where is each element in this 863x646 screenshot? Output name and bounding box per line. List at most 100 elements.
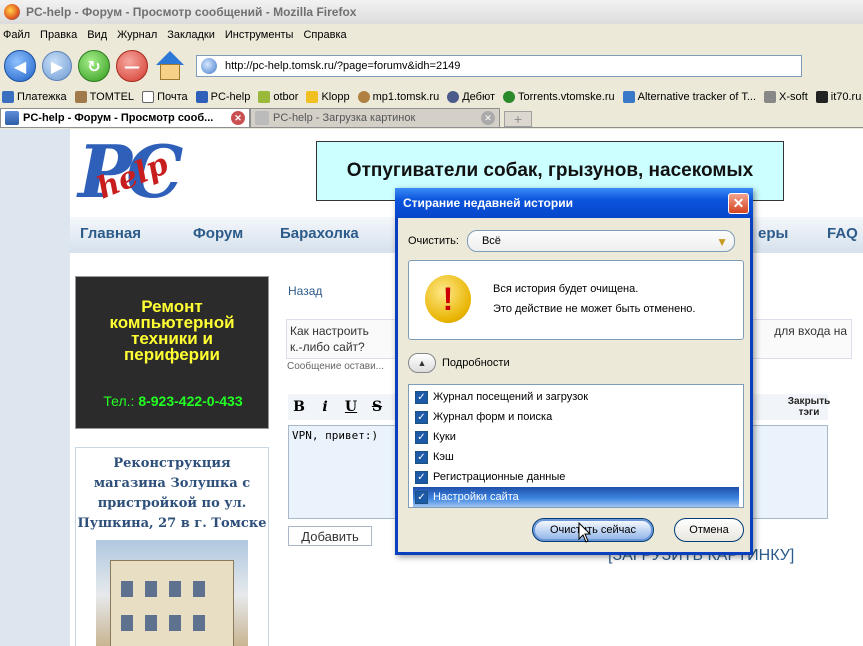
bookmark-platezhka[interactable]: Платежка xyxy=(2,91,67,103)
window-title: PC-help - Форум - Просмотр сообщений - M… xyxy=(26,5,357,19)
nav-market-link[interactable]: Барахолка xyxy=(280,225,359,242)
home-icon-walls xyxy=(160,64,180,80)
cancel-button[interactable]: Отмена xyxy=(674,518,744,542)
close-tab-icon[interactable]: ✕ xyxy=(481,111,495,125)
warning-text-2: Это действие не может быть отменено. xyxy=(493,303,696,315)
reconstruction-text: Реконструкция магазина Золушка с пристро… xyxy=(77,456,267,531)
checkbox-checked[interactable]: ✓ xyxy=(415,410,428,424)
window-shape xyxy=(145,581,157,597)
window-shape xyxy=(193,615,205,631)
bookmark-label: it70.ru xyxy=(830,91,862,103)
menu-edit[interactable]: Правка xyxy=(40,29,77,41)
tab-upload[interactable]: PC-help - Загрузка картинок ✕ xyxy=(250,108,500,127)
bookmark-pochta[interactable]: Почта xyxy=(142,91,188,103)
address-bar[interactable]: http://pc-help.tomsk.ru/?page=forumv&idh… xyxy=(196,55,802,77)
bookmark-icon xyxy=(503,91,516,103)
nav-partial-link[interactable]: еры xyxy=(758,225,788,242)
stop-icon: — xyxy=(124,56,140,76)
nav-forum-link[interactable]: Форум xyxy=(193,225,243,242)
clear-now-button[interactable]: Очистить сейчас xyxy=(532,518,654,542)
back-link[interactable]: Назад xyxy=(288,284,322,298)
bookmark-tomtel[interactable]: TOMTEL xyxy=(74,91,134,103)
close-tab-icon[interactable]: ✕ xyxy=(231,111,245,125)
checkbox-item-logins[interactable]: ✓ Регистрационные данные xyxy=(413,467,739,487)
window-shape xyxy=(193,581,205,597)
warning-text-1: Вся история будет очищена. xyxy=(493,283,639,295)
bookmark-it70[interactable]: it70.ru xyxy=(815,91,862,103)
nav-home-link[interactable]: Главная xyxy=(80,225,141,242)
checkbox-checked[interactable]: ✓ xyxy=(415,450,428,464)
bookmark-klopp[interactable]: Klopp xyxy=(306,91,350,103)
building-image xyxy=(110,560,234,646)
menu-tools[interactable]: Инструменты xyxy=(225,29,294,41)
bookmark-icon xyxy=(447,91,460,103)
bookmark-icon xyxy=(2,91,14,103)
bookmark-icon xyxy=(258,91,271,103)
menu-view[interactable]: Вид xyxy=(87,29,107,41)
checkbox-item-site-settings[interactable]: ✓ Настройки сайта xyxy=(413,487,739,507)
checkbox-checked[interactable]: ✓ xyxy=(415,490,428,504)
question-right: для входа на xyxy=(774,324,847,338)
question-left: Как настроить xyxy=(290,324,369,338)
checkbox-checked[interactable]: ✓ xyxy=(415,390,428,404)
italic-button[interactable]: i xyxy=(314,396,336,418)
checkbox-checked[interactable]: ✓ xyxy=(415,430,428,444)
bookmark-label: Дебют xyxy=(462,91,496,103)
details-toggle-button[interactable]: ▲ xyxy=(408,353,436,373)
promo-phone: Тел.: 8-923-422-0-433 xyxy=(76,393,270,409)
globe-icon xyxy=(201,58,217,74)
close-tags-button[interactable]: Закрыть тэги xyxy=(784,396,834,418)
bookmark-torrents[interactable]: Torrents.vtomske.ru xyxy=(503,91,615,103)
menu-bookmarks[interactable]: Закладки xyxy=(167,29,215,41)
bookmark-otbor[interactable]: otbor xyxy=(258,91,298,103)
clear-range-select[interactable]: Всё ▼ xyxy=(466,230,735,252)
bookmark-label: mp1.tomsk.ru xyxy=(372,91,440,103)
menu-history[interactable]: Журнал xyxy=(117,29,157,41)
dialog-close-button[interactable]: ✕ xyxy=(728,193,749,214)
reload-button[interactable]: ↻ xyxy=(78,50,110,82)
bookmark-alt-tracker[interactable]: Alternative tracker of T... xyxy=(622,91,757,103)
checkbox-checked[interactable]: ✓ xyxy=(415,470,428,484)
back-arrow-icon: ◀ xyxy=(13,56,27,76)
back-button[interactable]: ◀ xyxy=(4,50,36,82)
window-title-bar: PC-help - Форум - Просмотр сообщений - M… xyxy=(0,0,863,24)
repair-promo[interactable]: Ремонт компьютерной техники и периферии … xyxy=(75,276,269,429)
new-tab-button[interactable]: + xyxy=(504,111,532,127)
bookmark-icon xyxy=(74,91,87,103)
bookmark-pc-help[interactable]: PC-help xyxy=(195,91,251,103)
clear-range-label: Очистить: xyxy=(408,235,459,247)
menu-help[interactable]: Справка xyxy=(303,29,346,41)
bookmark-xsoft[interactable]: X-soft xyxy=(764,91,808,103)
add-button[interactable]: Добавить xyxy=(288,526,372,546)
stop-button[interactable]: — xyxy=(116,50,148,82)
reconstruction-ad[interactable]: Реконструкция магазина Золушка с пристро… xyxy=(75,447,269,646)
bookmark-label: Torrents.vtomske.ru xyxy=(518,91,615,103)
bookmark-mp1[interactable]: mp1.tomsk.ru xyxy=(357,91,440,103)
triangle-up-icon: ▲ xyxy=(417,358,427,368)
tab-forum[interactable]: PC-help - Форум - Просмотр сооб... ✕ xyxy=(0,108,250,127)
underline-button[interactable]: U xyxy=(340,396,362,418)
strike-button[interactable]: S xyxy=(366,396,388,418)
bookmark-icon xyxy=(622,91,635,103)
checkbox-item-cookies[interactable]: ✓ Куки xyxy=(413,427,739,447)
bookmark-label: X-soft xyxy=(779,91,808,103)
site-logo[interactable]: PC help xyxy=(78,133,238,213)
bookmark-label: Klopp xyxy=(321,91,350,103)
checkbox-label: Регистрационные данные xyxy=(433,471,566,483)
bookmark-label: PC-help xyxy=(210,91,251,103)
home-button[interactable] xyxy=(154,51,186,81)
checkbox-item-history[interactable]: ✓ Журнал посещений и загрузок xyxy=(413,387,739,407)
checkbox-item-cache[interactable]: ✓ Кэш xyxy=(413,447,739,467)
window-shape xyxy=(121,615,133,631)
checkbox-label: Куки xyxy=(433,431,456,443)
bookmark-debut[interactable]: Дебют xyxy=(447,91,495,103)
nav-faq-link[interactable]: FAQ xyxy=(827,225,858,242)
forward-button[interactable]: ▶ xyxy=(42,51,72,81)
menu-file[interactable]: Файл xyxy=(3,29,30,41)
bold-button[interactable]: B xyxy=(288,396,310,418)
bookmark-label: Alternative tracker of T... xyxy=(637,91,757,103)
details-label: Подробности xyxy=(442,357,510,369)
chevron-down-icon: ▼ xyxy=(716,235,728,249)
checkbox-item-forms[interactable]: ✓ Журнал форм и поиска xyxy=(413,407,739,427)
warning-box: ! Вся история будет очищена. Это действи… xyxy=(408,260,744,340)
